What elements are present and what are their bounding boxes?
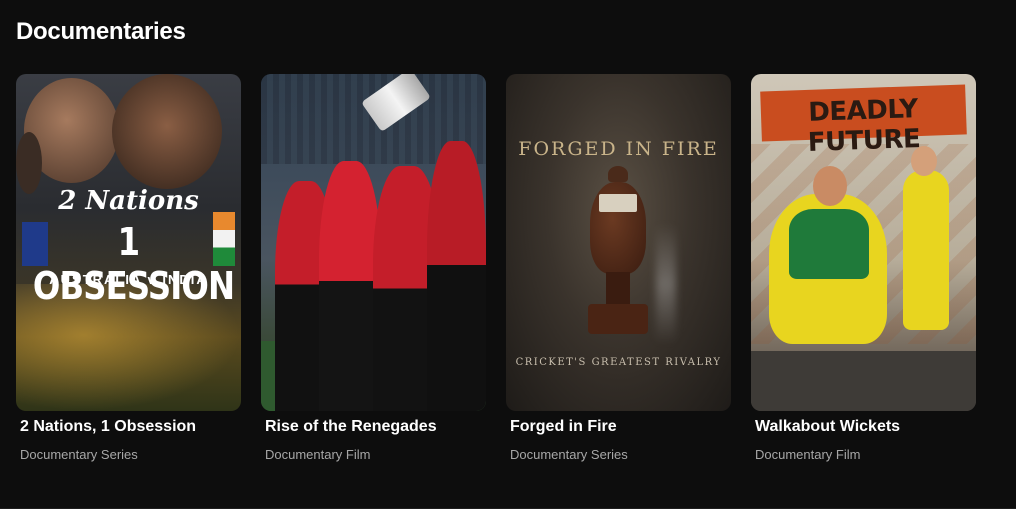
smoke-effect [656, 224, 676, 344]
card-title[interactable]: Forged in Fire [510, 418, 617, 436]
poster-figure [911, 146, 937, 176]
poster-text: 1 OBSESSION [32, 220, 235, 308]
section-title: Documentaries [16, 18, 186, 45]
poster-text: 2 Nations [58, 186, 199, 216]
card-subtitle: Documentary Film [265, 447, 371, 462]
poster-image[interactable] [261, 74, 486, 411]
poster-figure [813, 166, 847, 206]
card-subtitle: Documentary Film [755, 447, 861, 462]
poster-image[interactable]: FORGED IN FIRE CRICKET'S GREATEST RIVALR… [506, 74, 731, 411]
ashes-urn-icon [606, 272, 630, 306]
poster-figure [112, 74, 222, 189]
poster-figure [16, 132, 42, 194]
poster-image[interactable]: 2 Nations 1 OBSESSION AUSTRALIA v INDIA [16, 74, 241, 411]
urn-label [599, 194, 637, 212]
poster-figure [789, 209, 869, 279]
poster-text: AUSTRALIA v INDIA [49, 272, 208, 287]
poster-figure [319, 161, 381, 411]
card-title[interactable]: 2 Nations, 1 Obsession [20, 418, 196, 436]
poster-figure [903, 170, 949, 330]
poster-text: CRICKET'S GREATEST RIVALRY [515, 357, 722, 368]
card-2-nations-1-obsession[interactable]: 2 Nations 1 OBSESSION AUSTRALIA v INDIA … [16, 74, 241, 462]
poster-text: DEADLY FUTURE [807, 94, 921, 158]
poster-text: FORGED IN FIRE [518, 138, 719, 160]
card-subtitle: Documentary Series [20, 447, 138, 462]
card-forged-in-fire[interactable]: FORGED IN FIRE CRICKET'S GREATEST RIVALR… [506, 74, 731, 462]
card-subtitle: Documentary Series [510, 447, 628, 462]
ashes-urn-icon [588, 304, 648, 334]
documentaries-carousel: 2 Nations 1 OBSESSION AUSTRALIA v INDIA … [16, 74, 996, 474]
card-title[interactable]: Rise of the Renegades [265, 418, 437, 436]
card-rise-of-the-renegades[interactable]: Rise of the Renegades Documentary Film [261, 74, 486, 462]
poster-floor [751, 351, 976, 411]
poster-image[interactable]: DEADLY FUTURE [751, 74, 976, 411]
card-walkabout-wickets[interactable]: DEADLY FUTURE Walkabout Wickets Document… [751, 74, 976, 462]
ashes-urn-icon [608, 166, 628, 182]
card-title[interactable]: Walkabout Wickets [755, 418, 900, 436]
poster-figure [427, 141, 486, 411]
